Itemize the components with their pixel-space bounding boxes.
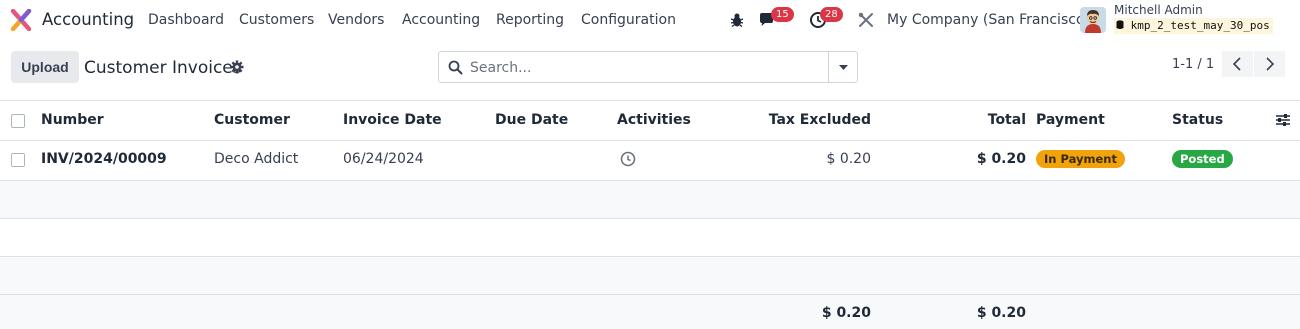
column-header-invoice-date[interactable]: Invoice Date bbox=[343, 112, 442, 128]
column-header-customer[interactable]: Customer bbox=[214, 112, 290, 128]
accounting-app-icon[interactable] bbox=[10, 9, 32, 31]
column-header-tax-excluded[interactable]: Tax Excluded bbox=[751, 112, 871, 128]
database-name: kmp_2_test_may_30_pos bbox=[1114, 18, 1273, 34]
chevron-left-icon bbox=[1232, 57, 1241, 71]
tools-icon[interactable] bbox=[857, 11, 875, 29]
menu-dashboard[interactable]: Dashboard bbox=[148, 12, 224, 28]
database-icon bbox=[1116, 20, 1124, 29]
pager-value[interactable]: 1-1 / 1 bbox=[1172, 57, 1214, 72]
table-footer bbox=[0, 295, 1300, 329]
cell-customer: Deco Addict bbox=[214, 151, 299, 167]
column-header-activities[interactable]: Activities bbox=[617, 112, 691, 128]
row-checkbox[interactable] bbox=[11, 153, 25, 167]
pager-next-button[interactable] bbox=[1254, 51, 1285, 77]
menu-customers[interactable]: Customers bbox=[239, 12, 314, 28]
messages-count-badge: 15 bbox=[771, 7, 794, 22]
search-icon bbox=[448, 60, 463, 75]
footer-total-sum: $ 0.20 bbox=[976, 305, 1026, 321]
user-name[interactable]: Mitchell Admin bbox=[1114, 3, 1203, 17]
cell-number: INV/2024/00009 bbox=[41, 151, 167, 167]
search-input[interactable] bbox=[470, 58, 820, 78]
user-avatar[interactable] bbox=[1080, 7, 1106, 33]
chevron-right-icon bbox=[1266, 57, 1275, 71]
payment-status-badge: In Payment bbox=[1036, 150, 1125, 168]
menu-configuration[interactable]: Configuration bbox=[581, 12, 676, 28]
search-bar bbox=[438, 51, 858, 83]
column-header-total[interactable]: Total bbox=[946, 112, 1026, 128]
optional-columns-icon[interactable] bbox=[1275, 112, 1291, 128]
cell-invoice-date: 06/24/2024 bbox=[343, 151, 424, 167]
database-label: kmp_2_test_may_30_pos bbox=[1130, 19, 1270, 32]
top-navbar: Accounting Dashboard Customers Vendors A… bbox=[0, 0, 1300, 40]
empty-row bbox=[0, 181, 1300, 218]
header-bottom-border bbox=[0, 140, 1300, 141]
menu-accounting[interactable]: Accounting bbox=[402, 12, 480, 28]
bug-icon[interactable] bbox=[728, 11, 746, 29]
pager-previous-button[interactable] bbox=[1222, 51, 1253, 77]
footer-tax-excluded-sum: $ 0.20 bbox=[821, 305, 871, 321]
caret-down-icon bbox=[839, 65, 848, 70]
upload-button[interactable]: Upload bbox=[11, 51, 79, 83]
menu-reporting[interactable]: Reporting bbox=[496, 12, 564, 28]
column-header-due-date[interactable]: Due Date bbox=[495, 112, 568, 128]
column-header-status[interactable]: Status bbox=[1172, 112, 1223, 128]
company-switcher[interactable]: My Company (San Francisco) bbox=[887, 12, 1090, 28]
cell-tax-excluded: $ 0.20 bbox=[826, 151, 871, 167]
select-all-checkbox[interactable] bbox=[11, 114, 25, 128]
column-header-payment[interactable]: Payment bbox=[1036, 112, 1105, 128]
activity-clock-icon[interactable] bbox=[620, 151, 636, 167]
cell-total: $ 0.20 bbox=[976, 151, 1026, 167]
app-name[interactable]: Accounting bbox=[42, 10, 134, 29]
column-header-number[interactable]: Number bbox=[41, 112, 104, 128]
gear-icon[interactable] bbox=[230, 60, 244, 74]
table-top-border bbox=[0, 100, 1300, 101]
activities-count-badge: 28 bbox=[820, 7, 843, 22]
empty-row bbox=[0, 257, 1300, 294]
status-badge: Posted bbox=[1172, 150, 1233, 168]
empty-row bbox=[0, 219, 1300, 256]
page-title[interactable]: Customer Invoices bbox=[84, 58, 242, 78]
menu-vendors[interactable]: Vendors bbox=[328, 12, 384, 28]
search-options-toggle[interactable] bbox=[828, 52, 857, 82]
